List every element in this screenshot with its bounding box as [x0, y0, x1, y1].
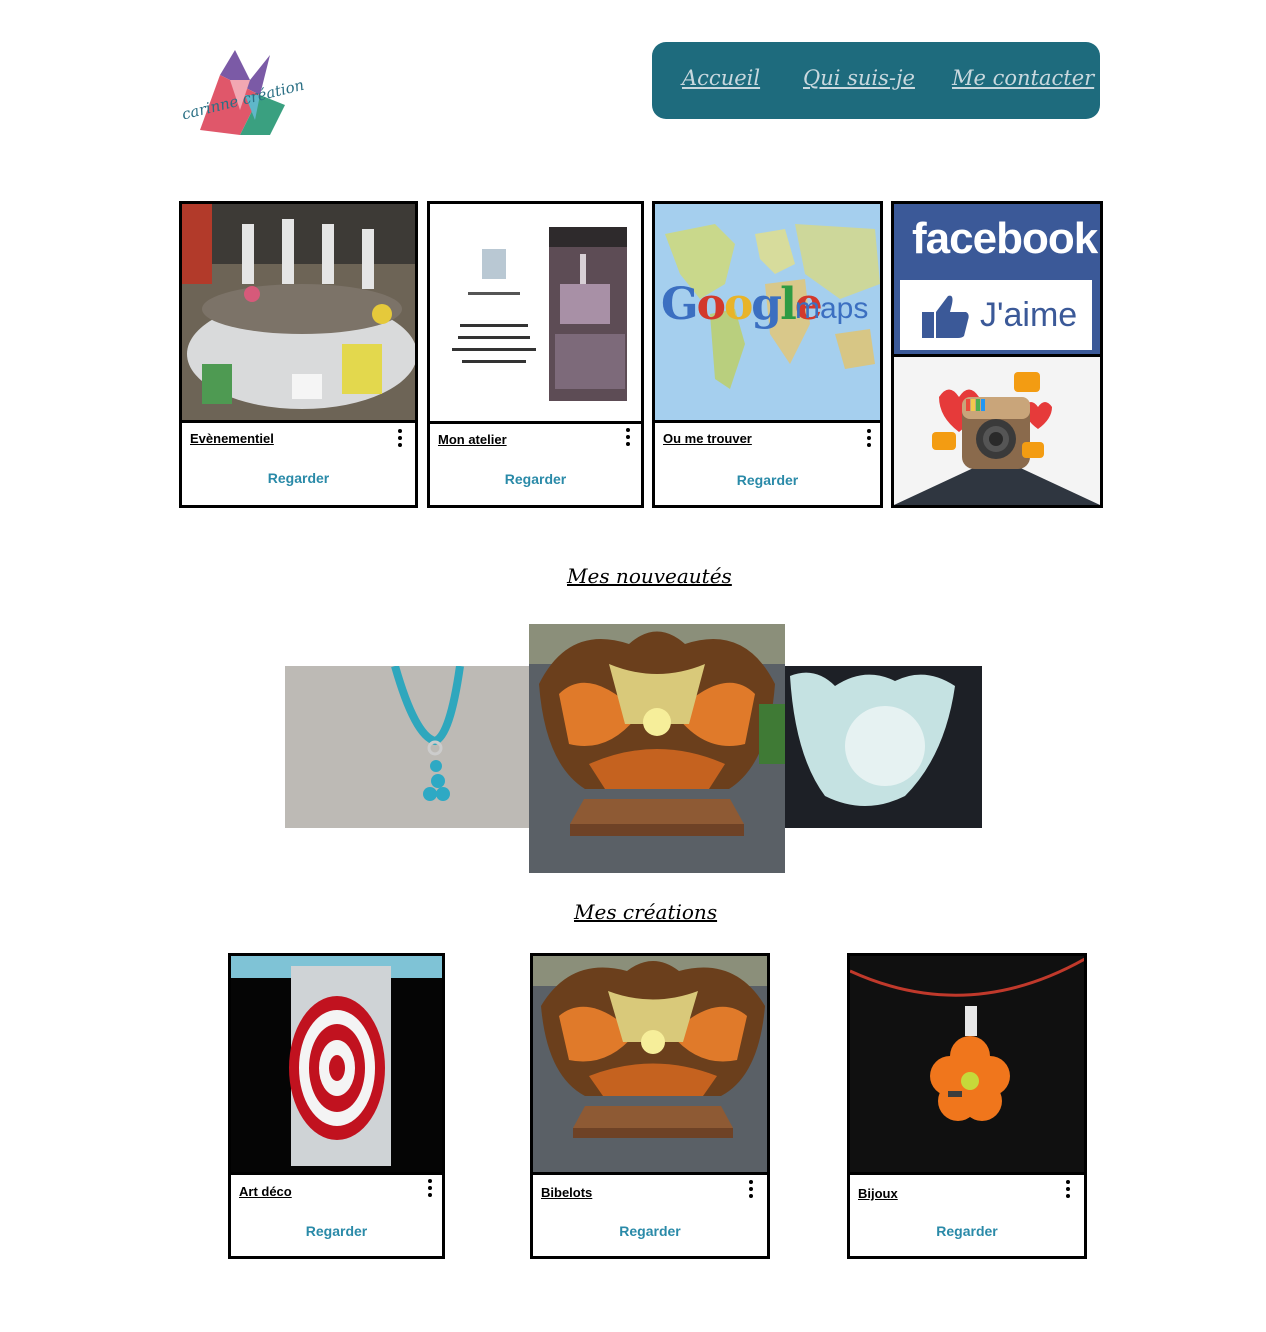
card-title: Ou me trouver [663, 431, 752, 446]
more-options-icon[interactable] [398, 429, 404, 450]
section-title-nouveautes: Mes nouveautés [567, 564, 732, 588]
carousel-item-necklace[interactable] [285, 664, 530, 828]
facebook-brand-text: facebook [912, 214, 1098, 263]
maps-logo-text: maps [795, 292, 869, 325]
nav-link-qui-suis-je[interactable]: Qui suis-je [803, 66, 915, 90]
regarder-button[interactable]: Regarder [231, 1223, 442, 1239]
card-ou-me-trouver[interactable]: Google maps Ou me trouver Regarder [652, 201, 883, 508]
card-title: Art déco [239, 1184, 292, 1199]
nav-link-me-contacter[interactable]: Me contacter [952, 66, 1094, 90]
google-maps-image: Google maps [655, 204, 880, 423]
bibelots-photo [533, 956, 767, 1175]
more-options-icon[interactable] [867, 429, 873, 450]
glass-bowl-photo [785, 666, 982, 828]
section-title-creations: Mes créations [574, 900, 718, 924]
card-title: Bijoux [858, 1186, 898, 1201]
nav-link-accueil[interactable]: Accueil [682, 66, 760, 90]
social-block: facebook J'aime [891, 201, 1103, 508]
regarder-button[interactable]: Regarder [182, 470, 415, 486]
card-title: Evènementiel [190, 431, 274, 446]
necklace-photo [285, 664, 530, 828]
carousel-item-stained-glass-lamp[interactable] [529, 624, 785, 873]
facebook-like-button[interactable]: facebook J'aime [894, 204, 1100, 354]
card-mon-atelier[interactable]: Mon atelier Regarder [427, 201, 644, 508]
bijoux-photo [850, 956, 1084, 1175]
card-title: Bibelots [541, 1185, 593, 1200]
more-options-icon[interactable] [1066, 1180, 1072, 1201]
more-options-icon[interactable] [428, 1179, 434, 1200]
more-options-icon[interactable] [626, 428, 632, 449]
regarder-button[interactable]: Regarder [533, 1223, 767, 1239]
card-evenementiel[interactable]: Evènementiel Regarder [179, 201, 418, 508]
instagram-icon [894, 357, 1100, 505]
evenementiel-photo [182, 204, 415, 423]
main-navigation: Accueil Qui suis-je Me contacter [652, 42, 1100, 119]
regarder-button[interactable]: Regarder [430, 471, 641, 487]
atelier-photo [430, 204, 641, 424]
art-deco-photo [231, 956, 442, 1175]
instagram-image[interactable] [894, 357, 1100, 505]
more-options-icon[interactable] [749, 1180, 755, 1201]
card-art-deco[interactable]: Art déco Regarder [228, 953, 445, 1259]
regarder-button[interactable]: Regarder [655, 472, 880, 488]
card-bijoux[interactable]: Bijoux Regarder [847, 953, 1087, 1259]
jaime-text: J'aime [980, 296, 1078, 334]
thumbs-up-icon [922, 295, 969, 338]
regarder-button[interactable]: Regarder [850, 1223, 1084, 1239]
stained-glass-lamp-photo [529, 624, 785, 873]
carousel-item-glass-bowl[interactable] [785, 666, 982, 828]
card-title: Mon atelier [438, 432, 507, 447]
card-bibelots[interactable]: Bibelots Regarder [530, 953, 770, 1259]
